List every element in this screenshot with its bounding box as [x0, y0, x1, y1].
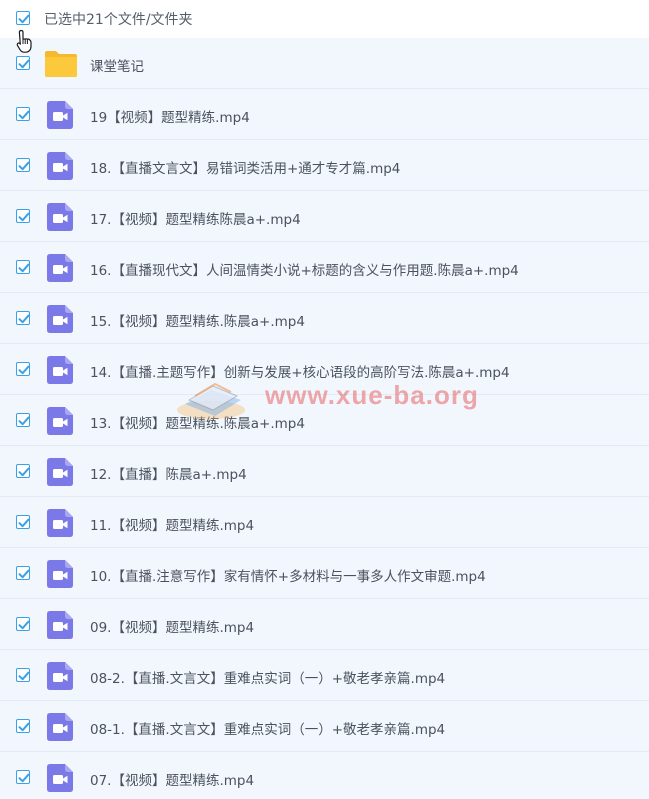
- row-checkbox[interactable]: [16, 617, 30, 631]
- row-checkbox[interactable]: [16, 515, 30, 529]
- file-row[interactable]: 09.【视频】题型精练.mp4: [0, 599, 649, 650]
- file-name[interactable]: 10.【直播.注意写作】家有情怀+多材料与一事多人作文审题.mp4: [90, 565, 486, 585]
- row-checkbox[interactable]: [16, 56, 30, 70]
- video-file-icon: [47, 458, 73, 486]
- folder-icon: [45, 51, 77, 77]
- file-row[interactable]: 19【视频】题型精练.mp4: [0, 89, 649, 140]
- file-name[interactable]: 15.【视频】题型精练.陈晨a+.mp4: [90, 310, 305, 330]
- row-checkbox[interactable]: [16, 362, 30, 376]
- file-row[interactable]: 17.【视频】题型精练陈晨a+.mp4: [0, 191, 649, 242]
- file-name[interactable]: 09.【视频】题型精练.mp4: [90, 616, 254, 636]
- file-row[interactable]: 12.【直播】陈晨a+.mp4: [0, 446, 649, 497]
- file-name[interactable]: 课堂笔记: [90, 55, 144, 75]
- checkmark-icon: [18, 773, 30, 783]
- checkmark-icon: [18, 620, 30, 630]
- row-checkbox[interactable]: [16, 158, 30, 172]
- checkmark-icon: [18, 110, 30, 120]
- file-name[interactable]: 07.【视频】题型精练.mp4: [90, 769, 254, 789]
- file-name[interactable]: 16.【直播现代文】人间温情类小说+标题的含义与作用题.陈晨a+.mp4: [90, 259, 519, 279]
- folder-row[interactable]: 课堂笔记: [0, 38, 649, 89]
- file-name[interactable]: 19【视频】题型精练.mp4: [90, 106, 250, 126]
- file-name[interactable]: 17.【视频】题型精练陈晨a+.mp4: [90, 208, 301, 228]
- checkmark-icon: [18, 569, 30, 579]
- video-file-icon: [47, 305, 73, 333]
- file-list-page: 已选中21个文件/文件夹 课堂笔记 19【视频】题型精练.mp4 18.【直播文言文…: [0, 0, 649, 799]
- video-file-icon: [47, 356, 73, 384]
- row-checkbox[interactable]: [16, 566, 30, 580]
- file-name[interactable]: 08-1.【直播.文言文】重难点实词（一）+敬老孝亲篇.mp4: [90, 718, 445, 738]
- row-checkbox[interactable]: [16, 209, 30, 223]
- checkmark-icon: [18, 671, 30, 681]
- file-name[interactable]: 11.【视频】题型精练.mp4: [90, 514, 254, 534]
- video-file-icon: [47, 611, 73, 639]
- video-file-icon: [47, 662, 73, 690]
- video-file-icon: [47, 203, 73, 231]
- row-checkbox[interactable]: [16, 668, 30, 682]
- file-row[interactable]: 11.【视频】题型精练.mp4: [0, 497, 649, 548]
- row-checkbox[interactable]: [16, 719, 30, 733]
- row-checkbox[interactable]: [16, 770, 30, 784]
- row-checkbox[interactable]: [16, 107, 30, 121]
- video-file-icon: [47, 101, 73, 129]
- video-file-icon: [47, 407, 73, 435]
- select-all-checkbox[interactable]: [16, 11, 30, 25]
- checkmark-icon: [18, 161, 30, 171]
- video-file-icon: [47, 254, 73, 282]
- file-name[interactable]: 12.【直播】陈晨a+.mp4: [90, 463, 247, 483]
- checkmark-icon: [18, 365, 30, 375]
- checkmark-icon: [18, 59, 30, 69]
- row-checkbox[interactable]: [16, 413, 30, 427]
- file-row[interactable]: 13.【视频】题型精练.陈晨a+.mp4: [0, 395, 649, 446]
- file-row[interactable]: 08-1.【直播.文言文】重难点实词（一）+敬老孝亲篇.mp4: [0, 701, 649, 752]
- checkmark-icon: [18, 416, 30, 426]
- file-name[interactable]: 08-2.【直播.文言文】重难点实词（一）+敬老孝亲篇.mp4: [90, 667, 445, 687]
- file-name[interactable]: 14.【直播.主题写作】创新与发展+核心语段的高阶写法.陈晨a+.mp4: [90, 361, 510, 381]
- file-list: 课堂笔记 19【视频】题型精练.mp4 18.【直播文言文】易错词类活用+通才专才篇…: [0, 38, 649, 799]
- file-row[interactable]: 08-2.【直播.文言文】重难点实词（一）+敬老孝亲篇.mp4: [0, 650, 649, 701]
- row-checkbox[interactable]: [16, 260, 30, 274]
- file-row[interactable]: 07.【视频】题型精练.mp4: [0, 752, 649, 799]
- checkmark-icon: [18, 722, 30, 732]
- checkmark-icon: [18, 263, 30, 273]
- selected-count-label: 已选中21个文件/文件夹: [44, 12, 193, 28]
- file-row[interactable]: 18.【直播文言文】易错词类活用+通才专才篇.mp4: [0, 140, 649, 191]
- checkmark-icon: [18, 14, 30, 24]
- video-file-icon: [47, 764, 73, 792]
- file-row[interactable]: 15.【视频】题型精练.陈晨a+.mp4: [0, 293, 649, 344]
- selection-header: 已选中21个文件/文件夹: [0, 0, 649, 38]
- file-name[interactable]: 18.【直播文言文】易错词类活用+通才专才篇.mp4: [90, 157, 400, 177]
- file-name[interactable]: 13.【视频】题型精练.陈晨a+.mp4: [90, 412, 305, 432]
- video-file-icon: [47, 560, 73, 588]
- file-row[interactable]: 14.【直播.主题写作】创新与发展+核心语段的高阶写法.陈晨a+.mp4: [0, 344, 649, 395]
- hand-cursor-icon: [16, 29, 32, 53]
- row-checkbox[interactable]: [16, 464, 30, 478]
- row-checkbox[interactable]: [16, 311, 30, 325]
- checkmark-icon: [18, 467, 30, 477]
- video-file-icon: [47, 713, 73, 741]
- checkmark-icon: [18, 212, 30, 222]
- file-row[interactable]: 16.【直播现代文】人间温情类小说+标题的含义与作用题.陈晨a+.mp4: [0, 242, 649, 293]
- checkmark-icon: [18, 518, 30, 528]
- file-row[interactable]: 10.【直播.注意写作】家有情怀+多材料与一事多人作文审题.mp4: [0, 548, 649, 599]
- video-file-icon: [47, 509, 73, 537]
- video-file-icon: [47, 152, 73, 180]
- checkmark-icon: [18, 314, 30, 324]
